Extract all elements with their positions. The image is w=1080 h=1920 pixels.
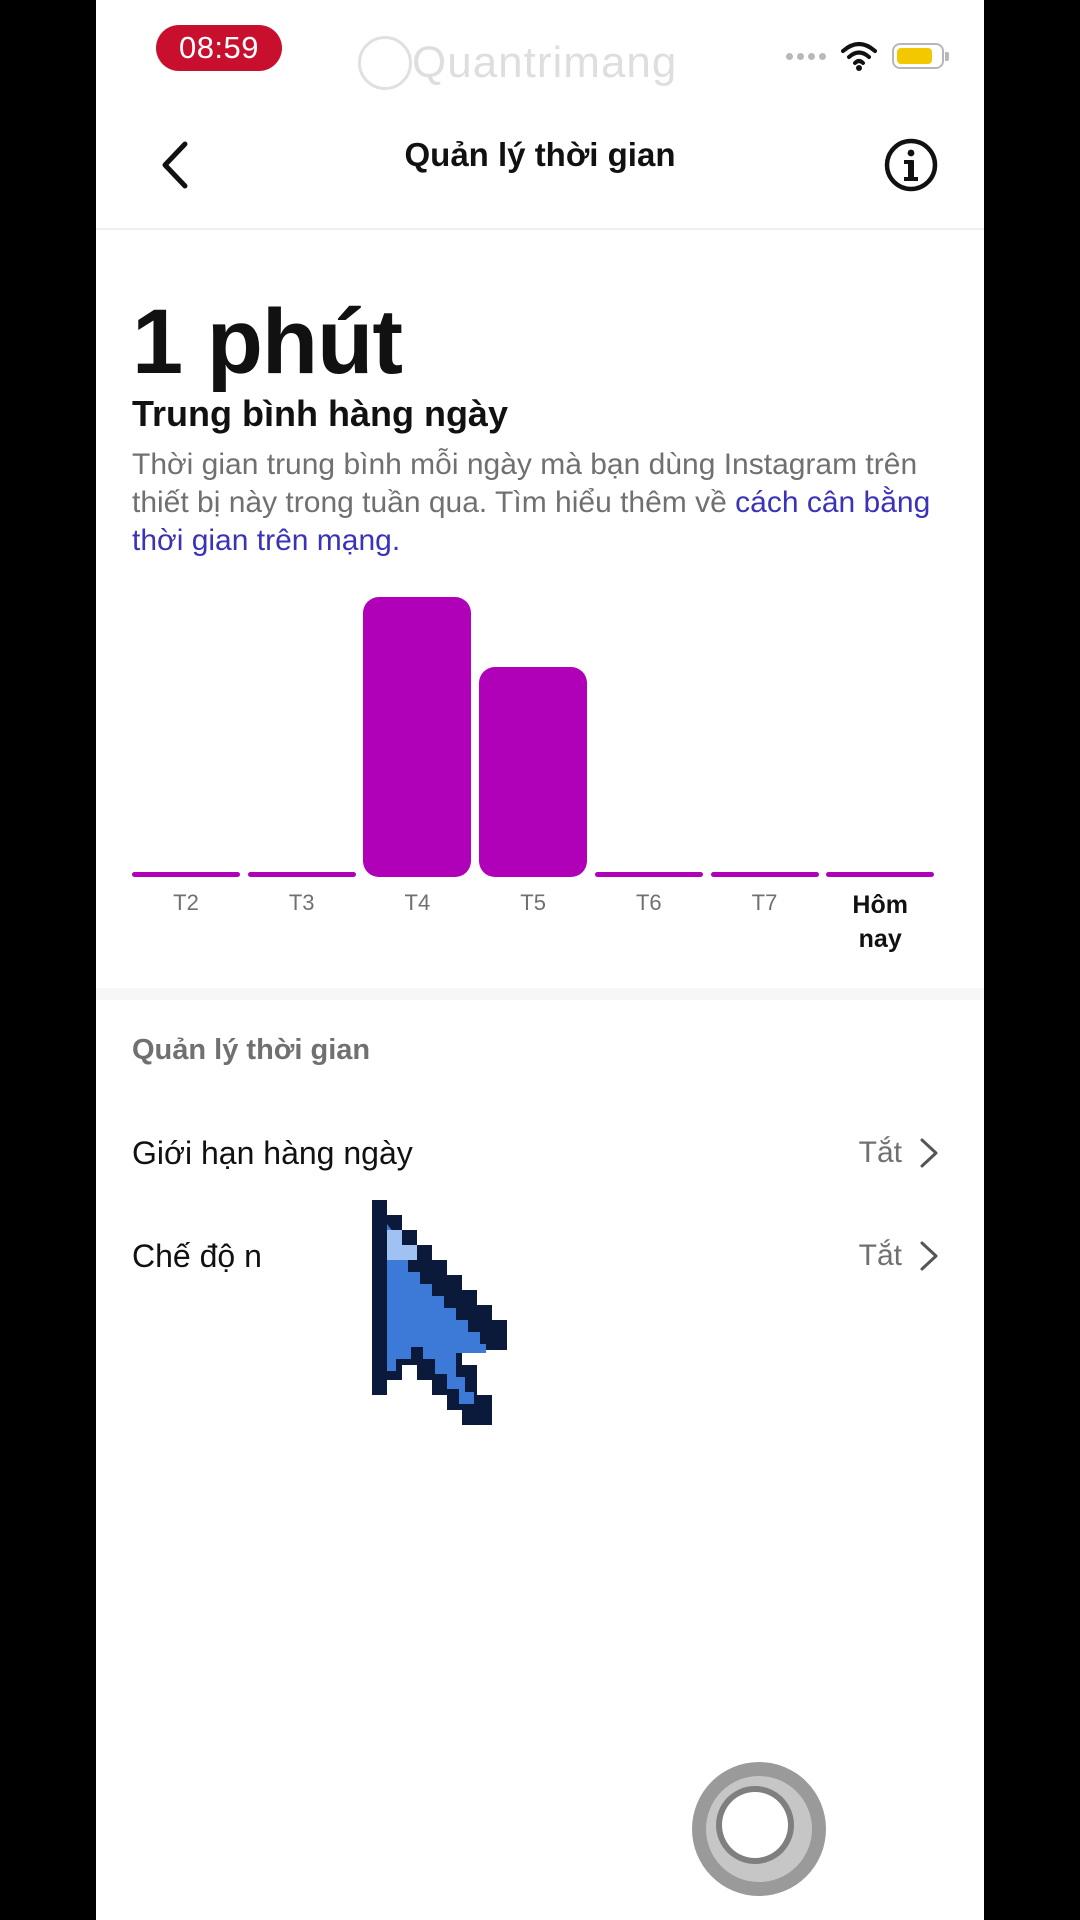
battery-level: [897, 48, 932, 64]
day-label: T2: [173, 890, 199, 915]
chevron-right-icon: [918, 1241, 944, 1271]
daily-average-value: 1 phút: [132, 291, 403, 393]
bar-t7[interactable]: [710, 872, 819, 877]
watermark: Quantrimang: [412, 38, 678, 87]
mouse-cursor-icon: [372, 1200, 507, 1425]
bar-t5[interactable]: [479, 667, 588, 877]
bar-t2[interactable]: [132, 872, 240, 877]
cellular-signal-icon: [786, 52, 826, 60]
assistive-touch-button[interactable]: [692, 1762, 826, 1896]
section-title: Quản lý thời gian: [132, 1034, 371, 1066]
day-label-line: nay: [858, 925, 902, 953]
usage-bar-chart: T2 T3 T4 T5 T6 T7 Hôm nay: [132, 590, 942, 960]
status-time: 08:59: [156, 25, 282, 71]
bar-t3[interactable]: [247, 872, 356, 877]
wifi-icon: [841, 42, 877, 71]
description-text: Thời gian trung bình mỗi ngày mà bạn dùn…: [132, 448, 931, 557]
status-icons: [786, 38, 949, 74]
daily-limit-value: Tắt: [858, 1136, 902, 1169]
day-label: T6: [635, 890, 662, 915]
chevron-right-icon: [918, 1138, 944, 1168]
info-button[interactable]: [876, 130, 946, 200]
day-label: Hôm nay: [826, 888, 934, 956]
day-label: T7: [751, 890, 778, 915]
navigation-header: Quản lý thời gian: [96, 108, 984, 230]
day-label: T5: [520, 890, 546, 915]
phone-screen: 08:59 Quantrimang Quản lý thời gian 1 ph…: [96, 0, 984, 1920]
page-title: Quản lý thời gian: [404, 136, 676, 173]
day-label: T3: [288, 890, 315, 915]
mute-mode-value: Tắt: [858, 1239, 902, 1272]
daily-limit-row[interactable]: Giới hạn hàng ngày Tắt: [132, 1118, 944, 1188]
day-label-line: Hôm: [852, 891, 908, 919]
day-label: T4: [404, 890, 431, 915]
section-divider: [96, 988, 984, 1000]
daily-average-label: Trung bình hàng ngày: [132, 393, 508, 434]
info-icon: [884, 138, 938, 192]
bar-t4[interactable]: [363, 597, 472, 877]
bar-hôm-nay[interactable]: [826, 872, 935, 877]
bar-t6[interactable]: [594, 872, 703, 877]
battery-icon: [892, 43, 949, 69]
daily-limit-label: Giới hạn hàng ngày: [132, 1134, 413, 1171]
